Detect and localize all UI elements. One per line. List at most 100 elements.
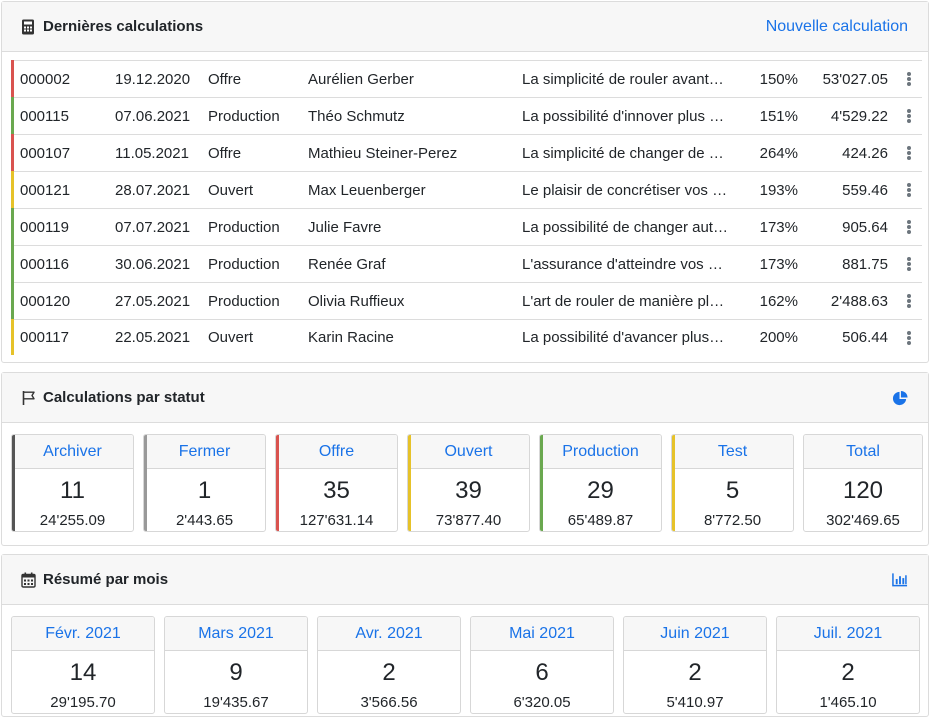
calculation-amount: 2'488.63 <box>830 292 888 310</box>
calculation-id: 000120 <box>20 292 71 310</box>
month-box[interactable]: Juil. 2021 2 1'465.10 <box>776 616 920 714</box>
table-row[interactable]: 000115 07.06.2021 Production Théo Schmutz La… <box>11 97 922 134</box>
month-box[interactable]: Mars 2021 9 19'435.67 <box>164 616 308 714</box>
box-amount: 2'443.65 <box>175 512 234 529</box>
recent-calculations-header: Dernières calculations Nouvelle calculat… <box>2 2 928 52</box>
kebab-menu-icon[interactable] <box>906 257 912 271</box>
table-row[interactable]: 000119 07.07.2021 Production Julie Favre La … <box>11 208 922 245</box>
calculation-date: 07.07.2021 <box>115 218 191 236</box>
client-name: Karin Racine <box>308 329 394 346</box>
box-amount: 24'255.09 <box>39 512 106 529</box>
box-count: 120 <box>842 477 884 504</box>
calculation-description: La simplicité de changer de manière sûre <box>522 144 728 162</box>
pie-chart-icon[interactable] <box>892 390 908 406</box>
box-label[interactable]: Production <box>540 435 661 469</box>
table-row[interactable]: 000116 30.06.2021 Production Renée Graf L'as… <box>11 245 922 282</box>
flag-icon <box>21 390 37 406</box>
table-row[interactable]: 000002 19.12.2020 Offre Aurélien Gerber La s… <box>11 60 922 97</box>
status-box[interactable]: Test 5 8'772.50 <box>671 434 794 532</box>
calculation-amount: 881.75 <box>842 255 888 273</box>
calculation-amount: 424.26 <box>842 144 888 162</box>
month-box[interactable]: Mai 2021 6 6'320.05 <box>470 616 614 714</box>
status-box[interactable]: Archiver 11 24'255.09 <box>11 434 134 532</box>
status-color-bar <box>11 134 14 171</box>
box-amount: 1'465.10 <box>819 694 877 711</box>
kebab-menu-icon[interactable] <box>906 146 912 160</box>
month-boxes: Févr. 2021 14 29'195.70 Mars 2021 9 19'435.67… <box>11 616 920 714</box>
table-row[interactable]: 000107 11.05.2021 Offre Mathieu Steiner-Per… <box>11 134 922 171</box>
box-count: 35 <box>323 477 350 504</box>
box-label[interactable]: Offre <box>276 435 397 469</box>
box-amount: 6'320.05 <box>513 694 571 711</box>
status-box[interactable]: Production 29 65'489.87 <box>539 434 662 532</box>
calculation-amount: 506.44 <box>842 329 888 346</box>
box-label[interactable]: Mai 2021 <box>471 617 613 651</box>
calculation-id: 000002 <box>20 70 71 88</box>
monthly-summary-title-text: Résumé par mois <box>43 571 169 588</box>
status-color-bar <box>11 245 14 282</box>
status-box[interactable]: Offre 35 127'631.14 <box>275 434 398 532</box>
calculation-id: 000115 <box>20 107 69 125</box>
bar-chart-icon[interactable] <box>892 572 908 588</box>
box-count: 6 <box>535 659 549 686</box>
box-count: 5 <box>725 477 740 504</box>
box-label[interactable]: Ouvert <box>408 435 529 469</box>
table-row[interactable]: 000117 22.05.2021 Ouvert Karin Racine La pos… <box>11 319 922 355</box>
status-summary-title: Calculations par statut <box>21 389 205 406</box>
box-label[interactable]: Avr. 2021 <box>318 617 460 651</box>
status-box[interactable]: Total 120 302'469.65 <box>803 434 923 532</box>
kebab-menu-icon[interactable] <box>906 331 912 345</box>
monthly-summary-title: Résumé par mois <box>21 571 168 588</box>
calculation-description: La possibilité de changer autrement <box>522 218 728 236</box>
box-amount: 73'877.40 <box>435 512 502 529</box>
calculation-percentage: 162% <box>759 292 798 310</box>
calculation-percentage: 150% <box>759 70 798 88</box>
client-name: Max Leuenberger <box>308 181 426 199</box>
status-box[interactable]: Fermer 1 2'443.65 <box>143 434 266 532</box>
calculation-status: Ouvert <box>208 329 254 346</box>
status-color-bar <box>276 435 279 531</box>
calculation-amount: 4'529.22 <box>830 107 888 125</box>
month-box[interactable]: Avr. 2021 2 3'566.56 <box>317 616 461 714</box>
box-amount: 5'410.97 <box>666 694 724 711</box>
box-label[interactable]: Archiver <box>12 435 133 469</box>
calculation-percentage: 264% <box>759 144 798 162</box>
status-color-bar <box>540 435 543 531</box>
calculation-date: 11.05.2021 <box>115 144 189 162</box>
box-label[interactable]: Mars 2021 <box>165 617 307 651</box>
table-row[interactable]: 000120 27.05.2021 Production Olivia Ruffieu… <box>11 282 922 319</box>
new-calculation-link[interactable]: Nouvelle calculation <box>766 18 908 36</box>
kebab-menu-icon[interactable] <box>906 109 912 123</box>
kebab-menu-icon[interactable] <box>906 183 912 197</box>
month-box[interactable]: Févr. 2021 14 29'195.70 <box>11 616 155 714</box>
calculation-amount: 559.46 <box>842 181 888 199</box>
box-label[interactable]: Juil. 2021 <box>777 617 919 651</box>
table-row[interactable]: 000121 28.07.2021 Ouvert Max Leuenberger Le … <box>11 171 922 208</box>
status-summary-header: Calculations par statut <box>2 373 928 423</box>
box-label[interactable]: Total <box>804 435 922 469</box>
calculation-amount: 905.64 <box>842 218 888 236</box>
calculation-description: L'art de rouler de manière plus sûre <box>522 292 728 310</box>
calculation-description: La possibilité d'avancer plus rapidement <box>522 329 728 346</box>
calculation-id: 000119 <box>20 218 69 236</box>
box-amount: 3'566.56 <box>360 694 418 711</box>
kebab-menu-icon[interactable] <box>906 220 912 234</box>
box-count: 11 <box>60 477 85 504</box>
calculation-description: La simplicité de rouler avant-gardiste <box>522 70 728 88</box>
kebab-menu-icon[interactable] <box>906 72 912 86</box>
status-color-bar <box>11 97 14 134</box>
calculation-id: 000116 <box>20 255 69 273</box>
status-color-bar <box>11 171 14 208</box>
calculator-icon <box>21 19 37 35</box>
calculation-date: 07.06.2021 <box>115 107 191 125</box>
client-name: Renée Graf <box>308 255 386 273</box>
box-label[interactable]: Févr. 2021 <box>12 617 154 651</box>
status-summary-card: Calculations par statut Archiver 11 24'255… <box>1 372 929 546</box>
box-label[interactable]: Fermer <box>144 435 265 469</box>
month-box[interactable]: Juin 2021 2 5'410.97 <box>623 616 767 714</box>
box-label[interactable]: Test <box>672 435 793 469</box>
box-label[interactable]: Juin 2021 <box>624 617 766 651</box>
calculation-date: 22.05.2021 <box>115 329 191 346</box>
status-box[interactable]: Ouvert 39 73'877.40 <box>407 434 530 532</box>
kebab-menu-icon[interactable] <box>906 294 912 308</box>
